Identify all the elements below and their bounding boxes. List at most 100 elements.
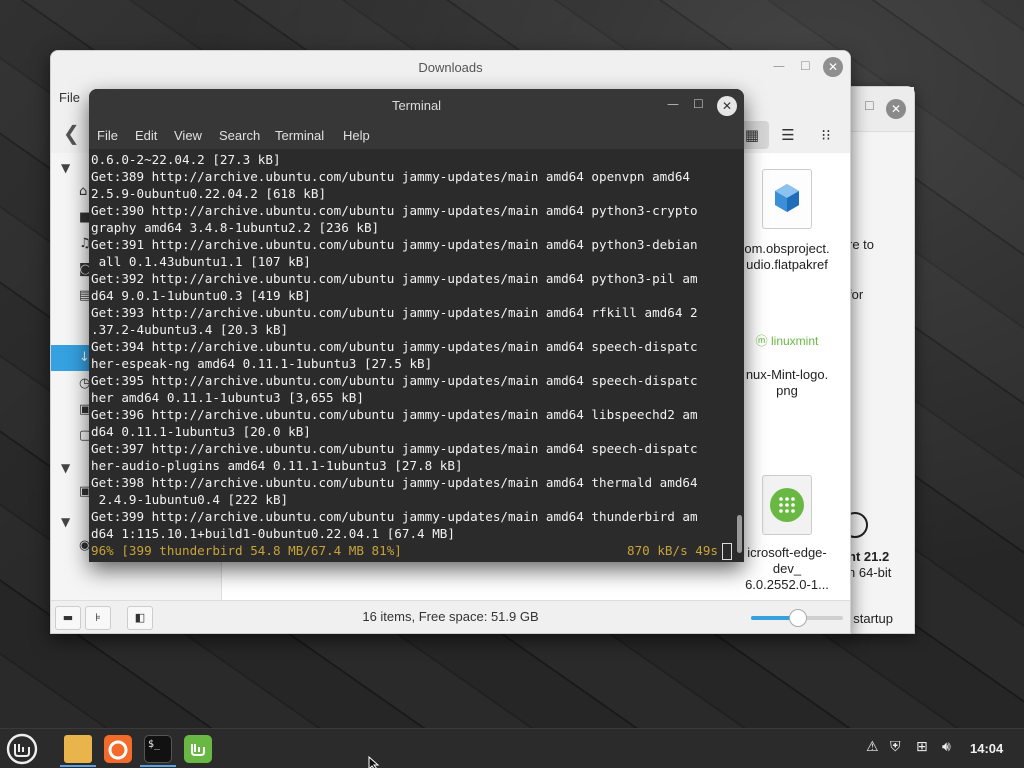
menu-icon bbox=[6, 733, 38, 765]
sidebar-section-network-collapse-icon[interactable]: ▼ bbox=[61, 515, 70, 529]
home-icon: ⌂ bbox=[79, 184, 88, 199]
file-name: nux-Mint-logo. png bbox=[745, 367, 829, 398]
terminal-output-line: d64 1:115.10.1+build1-0ubuntu0.22.04.1 [… bbox=[91, 526, 455, 541]
window-title: Downloads bbox=[418, 60, 483, 75]
terminal-title: Terminal bbox=[391, 98, 442, 113]
terminal-output-line: 2.4.9-1ubuntu0.4 [222 kB] bbox=[91, 492, 289, 507]
files-icon bbox=[64, 735, 92, 763]
back-icon[interactable]: ❮ bbox=[63, 121, 80, 145]
progress-line: 96% [399 thunderbird 54.8 MB/67.4 MB 81%… bbox=[91, 543, 402, 558]
compact-view-button[interactable]: ⁝⁝ bbox=[809, 121, 843, 149]
maximize-icon[interactable]: ☐ bbox=[864, 99, 875, 113]
start-menu-button[interactable] bbox=[4, 731, 40, 767]
close-icon[interactable]: ✕ bbox=[717, 96, 737, 116]
clock[interactable]: 14:04 bbox=[970, 741, 1003, 756]
terminal-screen[interactable]: 96% [399 thunderbird 54.8 MB/67.4 MB 81%… bbox=[89, 149, 735, 562]
menu-view[interactable]: View bbox=[174, 128, 202, 143]
taskbar-firefox[interactable] bbox=[100, 731, 136, 767]
terminal-output-line: her-audio-plugins amd64 0.11.1-1ubuntu3 … bbox=[91, 458, 463, 473]
terminal-output-line: Get:394 http://archive.ubuntu.com/ubuntu… bbox=[91, 339, 698, 354]
terminal-output-line: Get:393 http://archive.ubuntu.com/ubuntu… bbox=[91, 305, 698, 320]
terminal-output-line: Get:399 http://archive.ubuntu.com/ubuntu… bbox=[91, 509, 698, 524]
taskbar: $_ ⚠ ⛨ ⊞ 🔊︎ 14:04 bbox=[0, 728, 1024, 768]
terminal-output-line: 2.5.9-0ubuntu0.22.04.2 [618 kB] bbox=[91, 186, 327, 201]
active-indicator bbox=[140, 765, 176, 767]
file-item[interactable]: om.obsproject. udio.flatpakref bbox=[732, 169, 842, 273]
list-view-button[interactable]: ☰ bbox=[771, 121, 805, 149]
background-window[interactable]: ☐ ✕ re to for nt 21.2 n 64-bit t startup bbox=[842, 86, 915, 634]
version-text-fragment: nt 21.2 bbox=[848, 549, 890, 564]
zoom-slider-handle[interactable] bbox=[789, 609, 807, 627]
flatpakref-file-icon bbox=[762, 169, 812, 229]
mintinstall-icon bbox=[184, 735, 212, 763]
cursor bbox=[722, 543, 732, 560]
startup-text-fragment: t startup bbox=[846, 611, 893, 626]
volume-icon[interactable]: 🔊︎ bbox=[942, 739, 951, 755]
progress-speed: 870 kB/s 49s bbox=[627, 543, 718, 558]
edition-text-fragment: n 64-bit bbox=[848, 565, 892, 580]
terminal-output-line: Get:391 http://archive.ubuntu.com/ubuntu… bbox=[91, 237, 698, 252]
terminal-icon: $_ bbox=[144, 735, 172, 763]
menu-file[interactable]: File bbox=[59, 90, 80, 105]
maximize-icon[interactable]: ☐ bbox=[800, 59, 811, 73]
compact-list-icon: ⁝⁝ bbox=[821, 126, 831, 144]
terminal-window[interactable]: Terminal — ☐ ✕ File Edit View Search Ter… bbox=[89, 89, 744, 562]
welcome-text-fragment: re to bbox=[848, 237, 875, 252]
terminal-output-line: Get:392 http://archive.ubuntu.com/ubuntu… bbox=[91, 271, 698, 286]
menu-help[interactable]: Help bbox=[343, 128, 370, 143]
close-icon[interactable]: ✕ bbox=[823, 57, 843, 77]
minimize-icon[interactable]: — bbox=[773, 59, 785, 73]
terminal-output-line: Get:397 http://archive.ubuntu.com/ubuntu… bbox=[91, 441, 698, 456]
background-window-titlebar[interactable]: ☐ ✕ bbox=[846, 87, 914, 132]
sidebar-section-collapse-icon[interactable]: ▼ bbox=[61, 161, 70, 175]
firefox-icon bbox=[104, 735, 132, 763]
terminal-output-line: Get:398 http://archive.ubuntu.com/ubuntu… bbox=[91, 475, 698, 490]
taskbar-terminal[interactable]: $_ bbox=[140, 731, 176, 767]
menu-edit[interactable]: Edit bbox=[135, 128, 157, 143]
status-text: 16 items, Free space: 51.9 GB bbox=[362, 609, 539, 624]
file-name: icrosoft-edge- dev_ 6.0.2552.0-1... bbox=[745, 545, 829, 592]
terminal-output-line: all 0.1.43ubuntu1.1 [107 kB] bbox=[91, 254, 311, 269]
network-icon[interactable]: ⊞ bbox=[916, 739, 928, 755]
logo-text: linuxmint bbox=[771, 334, 819, 348]
status-bar: ▬ ⊧ ◧ 16 items, Free space: 51.9 GB bbox=[51, 600, 850, 633]
linux-mint-logo-thumbnail: ⓜ linuxmint bbox=[732, 333, 842, 359]
terminal-output-line: Get:389 http://archive.ubuntu.com/ubuntu… bbox=[91, 169, 690, 184]
close-icon[interactable]: ✕ bbox=[886, 99, 906, 119]
file-item[interactable]: ⓜ linuxmint nux-Mint-logo. png bbox=[732, 333, 842, 399]
terminal-titlebar[interactable]: Terminal — ☐ ✕ bbox=[89, 89, 744, 123]
taskbar-mintinstall[interactable] bbox=[180, 731, 216, 767]
update-manager-icon[interactable]: ⚠ bbox=[866, 739, 879, 755]
file-name: om.obsproject. udio.flatpakref bbox=[744, 241, 830, 272]
terminal-output-line: d64 0.11.1-1ubuntu3 [20.0 kB] bbox=[91, 424, 311, 439]
terminal-output-line: her amd64 0.11.1-1ubuntu3 [3,655 kB] bbox=[91, 390, 364, 405]
zoom-slider[interactable] bbox=[751, 609, 843, 627]
active-indicator bbox=[60, 765, 96, 767]
maximize-icon[interactable]: ☐ bbox=[693, 97, 704, 111]
sidebar-section-devices-collapse-icon[interactable]: ▼ bbox=[61, 461, 70, 475]
menu-search[interactable]: Search bbox=[219, 128, 260, 143]
menu-file[interactable]: File bbox=[97, 128, 118, 143]
mint-logo-icon: ⓜ bbox=[755, 334, 768, 348]
menu-terminal[interactable]: Terminal bbox=[275, 128, 324, 143]
terminal-menubar: File Edit View Search Terminal Help bbox=[89, 123, 744, 149]
terminal-output-line: d64 9.0.1-1ubuntu0.3 [419 kB] bbox=[91, 288, 311, 303]
deb-package-icon bbox=[762, 475, 812, 535]
file-manager-titlebar[interactable]: Downloads — ☐ ✕ bbox=[51, 51, 850, 85]
terminal-output-line: .37.2-4ubuntu3.4 [20.3 kB] bbox=[91, 322, 289, 337]
file-item[interactable]: icrosoft-edge- dev_ 6.0.2552.0-1... bbox=[732, 475, 842, 593]
scrollbar-thumb[interactable] bbox=[737, 515, 742, 553]
grid-icon: ▦ bbox=[744, 126, 760, 144]
terminal-output-line: Get:395 http://archive.ubuntu.com/ubuntu… bbox=[91, 373, 698, 388]
terminal-output-line: 0.6.0-2~22.04.2 [27.3 kB] bbox=[91, 152, 281, 167]
terminal-output-line: Get:396 http://archive.ubuntu.com/ubuntu… bbox=[91, 407, 698, 422]
mouse-pointer-icon bbox=[368, 756, 380, 768]
terminal-scrollbar[interactable] bbox=[735, 149, 744, 562]
list-icon: ☰ bbox=[781, 126, 795, 144]
terminal-output-line: her-espeak-ng amd64 0.11.1-1ubuntu3 [27.… bbox=[91, 356, 433, 371]
shield-icon[interactable]: ⛨ bbox=[890, 739, 901, 755]
taskbar-files[interactable] bbox=[60, 731, 96, 767]
terminal-output-line: graphy amd64 3.4.8-1ubuntu2.2 [236 kB] bbox=[91, 220, 380, 235]
minimize-icon[interactable]: — bbox=[667, 97, 679, 111]
terminal-output-line: Get:390 http://archive.ubuntu.com/ubuntu… bbox=[91, 203, 698, 218]
